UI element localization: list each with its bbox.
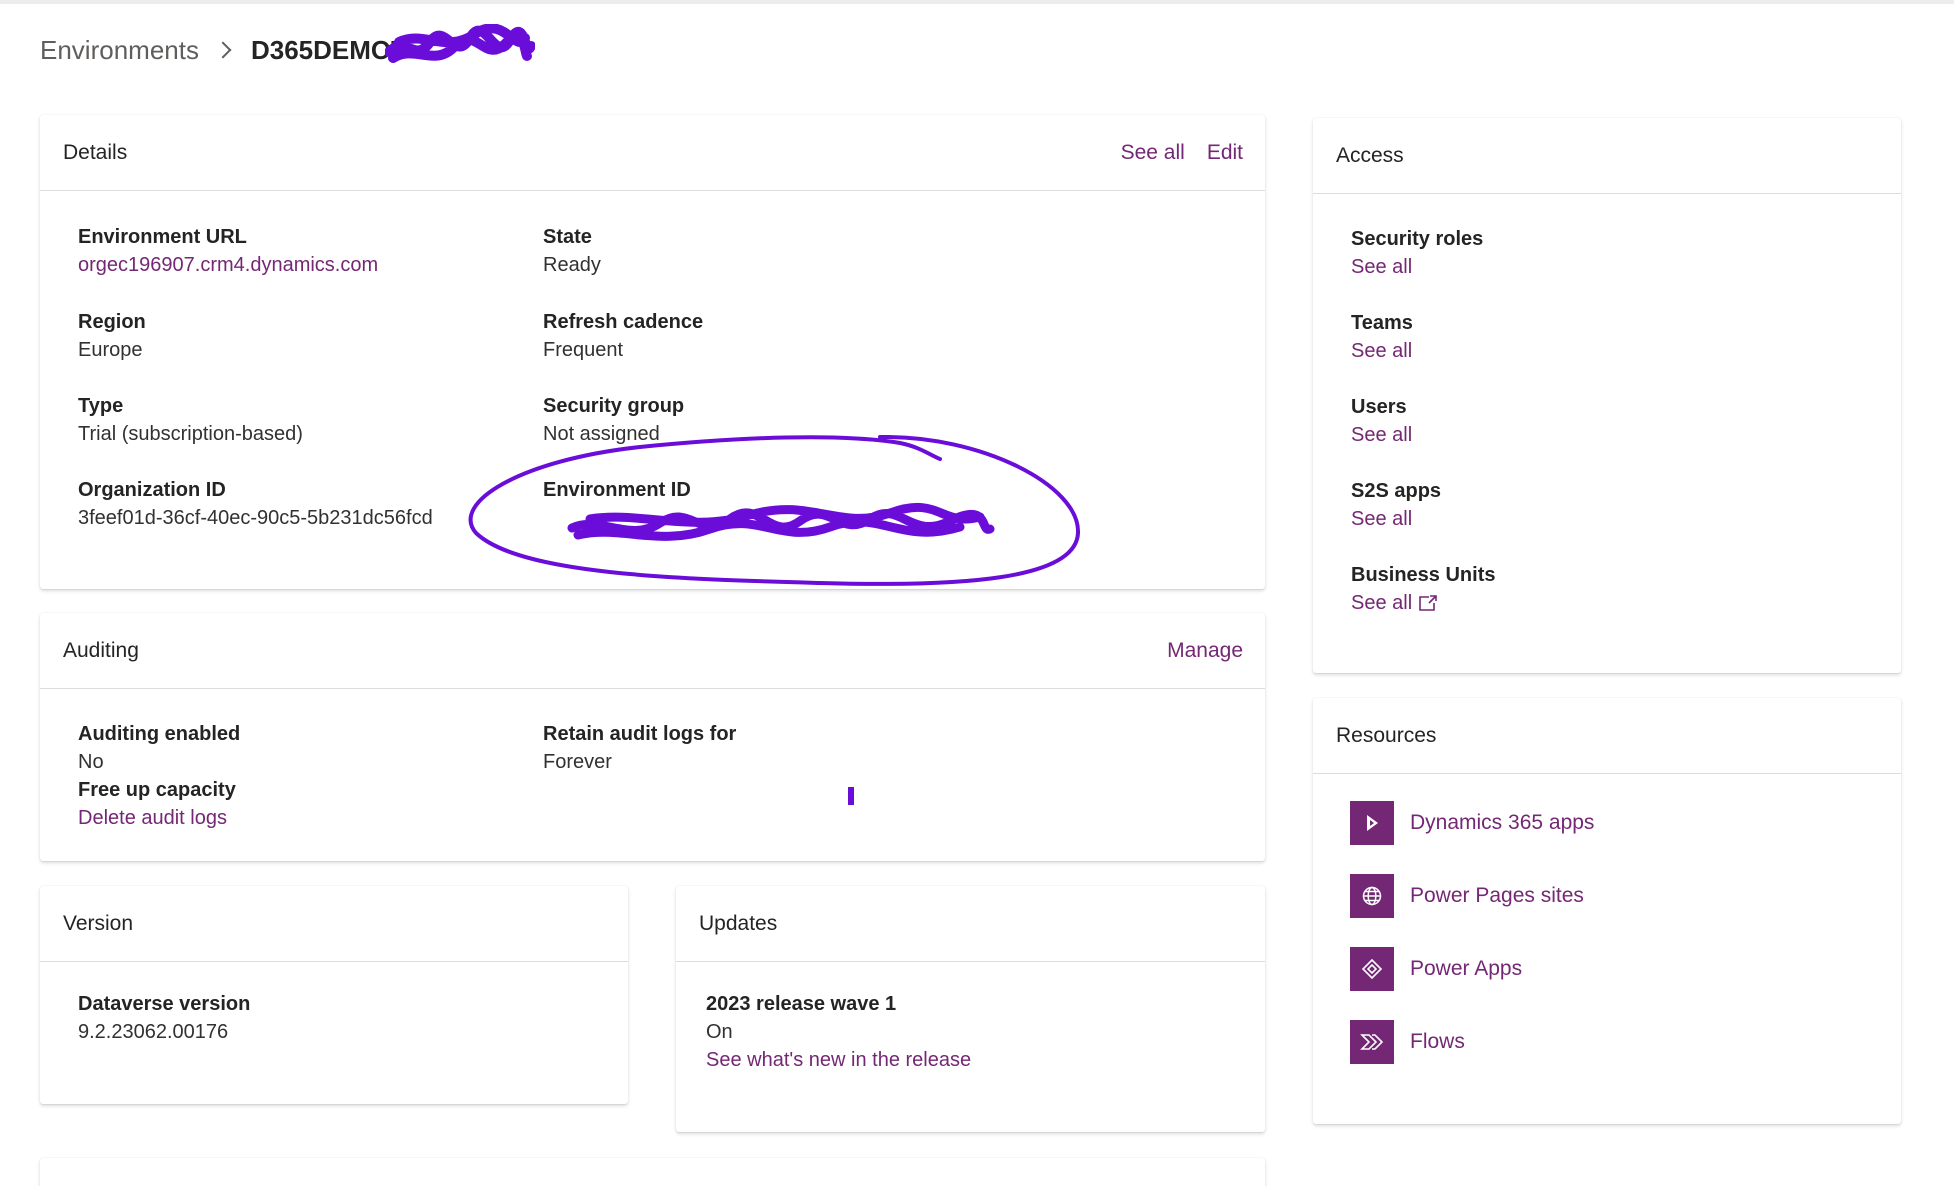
security-roles-see-all-link[interactable]: See all	[1351, 253, 1483, 281]
security-roles-label: Security roles	[1351, 228, 1484, 250]
type-label: Type	[78, 395, 124, 417]
organization-id-value: 3feef01d-36cf-40ec-90c5-5b231dc56fcd	[78, 507, 433, 529]
dataverse-version-field: Dataverse version 9.2.23062.00176	[78, 990, 250, 1046]
auditing-enabled-value: No	[78, 751, 104, 773]
resource-flows[interactable]: Flows	[1350, 1020, 1465, 1064]
access-card: Access Security roles See all Teams See …	[1313, 118, 1901, 673]
resources-card: Resources Dynamics 365 apps Power Pages …	[1313, 698, 1901, 1124]
business-units-see-all-text: See all	[1351, 592, 1413, 614]
resource-power-apps[interactable]: Power Apps	[1350, 947, 1522, 991]
text-cursor-mark	[848, 787, 854, 805]
resources-title: Resources	[1336, 723, 1437, 747]
resources-card-header: Resources	[1313, 698, 1901, 774]
teams-label: Teams	[1351, 312, 1413, 334]
version-card-header: Version	[40, 886, 628, 962]
release-wave-value: On	[706, 1021, 733, 1043]
s2s-apps-see-all-link[interactable]: See all	[1351, 505, 1441, 533]
breadcrumb-current-environment: D365DEMOT	[250, 34, 408, 65]
state-label: State	[543, 226, 592, 248]
power-apps-icon	[1350, 947, 1394, 991]
environment-url-link[interactable]: orgec196907.crm4.dynamics.com	[78, 251, 378, 279]
flows-icon	[1350, 1020, 1394, 1064]
access-users: Users See all	[1351, 393, 1412, 449]
region-field: Region Europe	[78, 308, 146, 364]
updates-card: Updates 2023 release wave 1 On See what'…	[676, 886, 1265, 1132]
access-card-header: Access	[1313, 118, 1901, 194]
retain-audit-logs-value: Forever	[543, 751, 612, 773]
teams-see-all-link[interactable]: See all	[1351, 337, 1413, 365]
dataverse-version-label: Dataverse version	[78, 993, 251, 1015]
refresh-cadence-value: Frequent	[543, 339, 624, 361]
updates-card-header: Updates	[676, 886, 1265, 962]
power-pages-sites-label: Power Pages sites	[1410, 884, 1584, 907]
users-label: Users	[1351, 396, 1407, 418]
breadcrumb-environments-link[interactable]: Environments	[40, 35, 199, 66]
environment-url-field: Environment URL orgec196907.crm4.dynamic…	[78, 223, 378, 279]
open-external-icon	[1419, 595, 1437, 611]
state-field: State Ready	[543, 223, 601, 279]
environment-url-label: Environment URL	[78, 226, 247, 248]
environment-id-label: Environment ID	[543, 479, 691, 501]
organization-id-label: Organization ID	[78, 479, 226, 501]
access-s2s-apps: S2S apps See all	[1351, 477, 1441, 533]
environment-id-field: Environment ID	[543, 476, 691, 504]
business-units-see-all-link[interactable]: See all	[1351, 589, 1495, 617]
updates-title: Updates	[699, 911, 778, 935]
state-value: Ready	[543, 254, 601, 276]
delete-audit-logs-link[interactable]: Delete audit logs	[78, 804, 236, 832]
access-security-roles: Security roles See all	[1351, 225, 1483, 281]
resource-dynamics-365-apps[interactable]: Dynamics 365 apps	[1350, 801, 1594, 845]
business-units-label: Business Units	[1351, 564, 1496, 586]
auditing-card: Auditing Manage Auditing enabled No Reta…	[40, 613, 1265, 861]
version-card: Version Dataverse version 9.2.23062.0017…	[40, 886, 628, 1104]
auditing-title: Auditing	[63, 638, 139, 662]
details-card-header: Details See all Edit	[40, 115, 1265, 191]
free-up-capacity-field: Free up capacity Delete audit logs	[78, 776, 236, 832]
retain-audit-logs-label: Retain audit logs for	[543, 723, 737, 745]
auditing-manage-link[interactable]: Manage	[1167, 639, 1243, 663]
refresh-cadence-label: Refresh cadence	[543, 311, 704, 333]
details-card: Details See all Edit Environment URL org…	[40, 115, 1265, 589]
details-edit-link[interactable]: Edit	[1207, 141, 1243, 165]
region-value: Europe	[78, 339, 143, 361]
s2s-apps-label: S2S apps	[1351, 480, 1442, 502]
globe-icon	[1350, 874, 1394, 918]
chevron-right-icon	[214, 41, 232, 59]
power-apps-label: Power Apps	[1410, 957, 1523, 980]
bottom-partial-card	[40, 1158, 1265, 1186]
type-field: Type Trial (subscription-based)	[78, 392, 303, 448]
dataverse-version-value: 9.2.23062.00176	[78, 1021, 229, 1043]
security-group-label: Security group	[543, 395, 685, 417]
access-title: Access	[1336, 143, 1404, 167]
resource-power-pages-sites[interactable]: Power Pages sites	[1350, 874, 1584, 918]
release-wave-field: 2023 release wave 1 On See what's new in…	[706, 990, 971, 1074]
top-divider	[0, 0, 1954, 4]
details-title: Details	[63, 140, 128, 164]
version-title: Version	[63, 911, 134, 935]
flows-label: Flows	[1410, 1030, 1465, 1053]
access-business-units: Business Units See all	[1351, 561, 1495, 617]
breadcrumb: Environments D365DEMOT	[40, 30, 407, 70]
retain-audit-logs-field: Retain audit logs for Forever	[543, 720, 736, 776]
dynamics-365-icon	[1350, 801, 1394, 845]
organization-id-field: Organization ID 3feef01d-36cf-40ec-90c5-…	[78, 476, 433, 532]
release-wave-label: 2023 release wave 1	[706, 993, 897, 1015]
access-teams: Teams See all	[1351, 309, 1413, 365]
security-group-field: Security group Not assigned	[543, 392, 684, 448]
auditing-enabled-label: Auditing enabled	[78, 723, 241, 745]
refresh-cadence-field: Refresh cadence Frequent	[543, 308, 703, 364]
free-up-capacity-label: Free up capacity	[78, 779, 236, 801]
redaction-scribble	[385, 24, 535, 63]
auditing-card-header: Auditing Manage	[40, 613, 1265, 689]
details-see-all-link[interactable]: See all	[1121, 141, 1185, 165]
dynamics-365-apps-label: Dynamics 365 apps	[1410, 811, 1595, 834]
whats-new-link[interactable]: See what's new in the release	[706, 1046, 971, 1074]
auditing-enabled-field: Auditing enabled No	[78, 720, 240, 776]
users-see-all-link[interactable]: See all	[1351, 421, 1412, 449]
type-value: Trial (subscription-based)	[78, 423, 303, 445]
security-group-value: Not assigned	[543, 423, 660, 445]
region-label: Region	[78, 311, 146, 333]
